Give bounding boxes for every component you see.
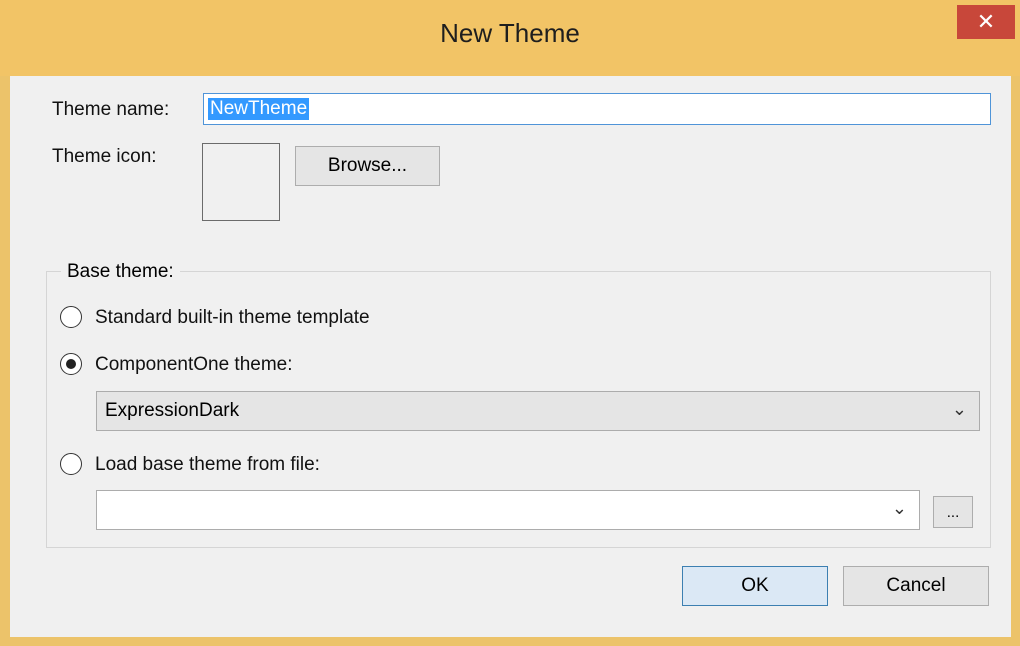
radio-selected-dot — [66, 359, 76, 369]
theme-name-label: Theme name: — [52, 99, 170, 120]
title-bar: New Theme ✕ — [0, 0, 1020, 76]
file-browse-button[interactable]: ... — [933, 496, 973, 528]
base-theme-legend: Base theme: — [61, 261, 180, 283]
theme-name-value: NewTheme — [208, 98, 310, 120]
close-icon: ✕ — [976, 9, 996, 34]
browse-button[interactable]: Browse... — [295, 146, 440, 186]
chevron-down-icon: ⌄ — [891, 498, 907, 518]
window-title: New Theme — [440, 18, 580, 48]
base-theme-file-select[interactable]: ⌄ — [96, 490, 920, 530]
radio-standard-template[interactable] — [60, 306, 82, 328]
chevron-down-icon: ⌄ — [951, 399, 967, 419]
theme-name-input[interactable]: NewTheme — [203, 93, 991, 125]
ok-button[interactable]: OK — [682, 566, 828, 606]
componentone-theme-value: ExpressionDark — [105, 400, 240, 421]
dialog-body: Theme name: NewTheme Theme icon: Browse.… — [10, 76, 1011, 637]
ok-button-label: OK — [741, 575, 769, 596]
radio-load-from-file-label: Load base theme from file: — [95, 454, 320, 475]
cancel-button[interactable]: Cancel — [843, 566, 989, 606]
browse-button-label: Browse... — [327, 155, 408, 176]
cancel-button-label: Cancel — [886, 575, 946, 596]
radio-standard-template-label: Standard built-in theme template — [95, 307, 370, 328]
radio-componentone-theme-label: ComponentOne theme: — [95, 354, 293, 375]
theme-icon-label: Theme icon: — [52, 146, 157, 167]
radio-load-from-file[interactable] — [60, 453, 82, 475]
componentone-theme-select[interactable]: ExpressionDark ⌄ — [96, 391, 980, 431]
radio-componentone-theme[interactable] — [60, 353, 82, 375]
theme-icon-preview — [202, 143, 280, 221]
close-button[interactable]: ✕ — [957, 5, 1015, 39]
file-browse-button-label: ... — [946, 503, 960, 521]
